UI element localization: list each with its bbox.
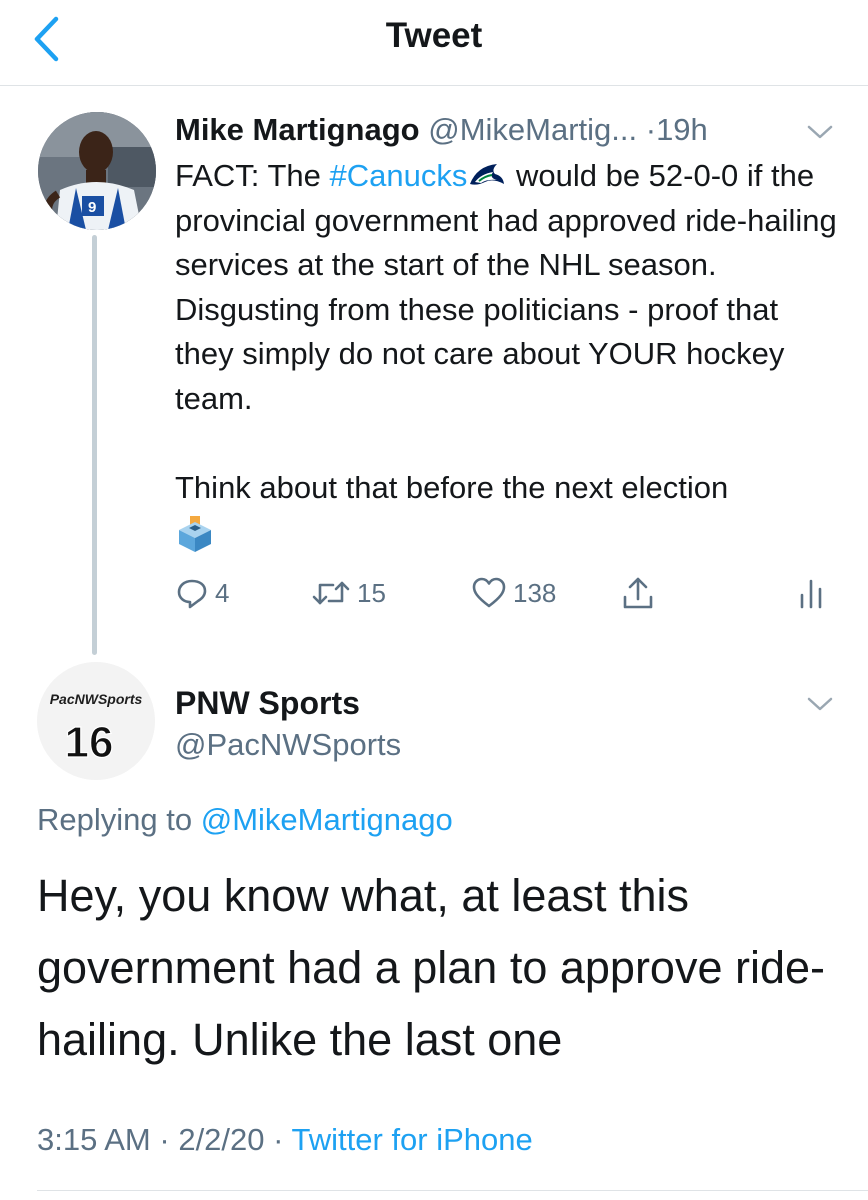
tweet-text: FACT: The #Canucks would be 52-0-0 if th… [175, 154, 845, 567]
page-title: Tweet [385, 16, 483, 55]
tweet-action-bar: 4 15 138 [175, 570, 835, 620]
separator: · [273, 1122, 284, 1157]
ballot-box-icon [179, 516, 211, 552]
replying-prefix: Replying to [37, 802, 193, 837]
share-button[interactable] [621, 570, 655, 616]
reply-count: 4 [215, 577, 230, 608]
tweet-text: Hey, you know what, at least this govern… [37, 870, 826, 1065]
thread-connector [92, 235, 97, 655]
timestamp: 19h [656, 112, 708, 147]
retweet-icon [312, 581, 350, 605]
chevron-down-icon[interactable] [806, 122, 834, 142]
heart-icon [472, 577, 506, 608]
reply-icon [177, 579, 207, 609]
tweet-text-paragraph: Think about that before the next electio… [175, 469, 729, 505]
tweet-time: 3:15 AM [37, 1122, 151, 1157]
tweet-text-part: would be 52-0-0 if the provincial govern… [175, 158, 837, 416]
chevron-down-icon[interactable] [806, 694, 834, 714]
svg-text:PacNWSports: PacNWSports [50, 691, 143, 707]
like-count: 138 [513, 577, 557, 608]
tweet-metadata: 3:15 AM · 2/2/20 · Twitter for iPhone [37, 1118, 533, 1162]
avatar-photo: 9 [38, 112, 156, 230]
retweet-count: 15 [357, 577, 386, 608]
divider [37, 1190, 868, 1191]
canucks-orca-icon [470, 164, 505, 185]
like-button[interactable]: 138 [471, 570, 556, 616]
share-icon [623, 577, 653, 609]
display-name[interactable]: PNW Sports [175, 683, 360, 723]
display-name[interactable]: Mike Martignago [175, 112, 420, 147]
analytics-button[interactable] [797, 570, 825, 616]
tweet-header: Mike Martignago @MikeMartig... ·19h [175, 110, 835, 152]
tweet-text-part: FACT: The [175, 158, 330, 193]
pacnwsports-logo: PacNWSports 16 [37, 662, 155, 780]
replying-handle-link[interactable]: @MikeMartignago [201, 802, 453, 837]
separator: · [159, 1122, 170, 1157]
handle[interactable]: @PacNWSports [175, 725, 401, 765]
retweet-button[interactable]: 15 [311, 570, 386, 616]
avatar[interactable]: 9 [38, 112, 156, 230]
separator: · [645, 112, 657, 147]
tweet-source-link[interactable]: Twitter for iPhone [292, 1122, 533, 1157]
top-nav-bar: Tweet [0, 0, 868, 86]
svg-text:9: 9 [88, 199, 96, 216]
avatar[interactable]: PacNWSports 16 [37, 662, 155, 780]
handle[interactable]: @MikeMartig... [428, 112, 637, 147]
hashtag-link[interactable]: #Canucks [330, 158, 468, 193]
svg-text:16: 16 [65, 718, 114, 767]
tweet-date: 2/2/20 [178, 1122, 265, 1157]
reply-button[interactable]: 4 [175, 570, 229, 616]
replying-to: Replying to @MikeMartignago [37, 798, 453, 842]
analytics-icon [800, 579, 822, 609]
